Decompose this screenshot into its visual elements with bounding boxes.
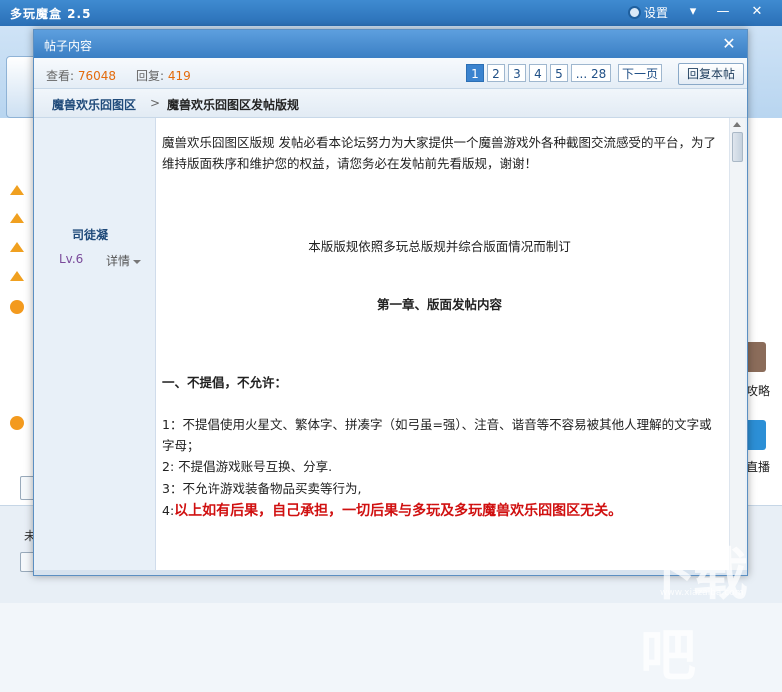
rule-4: 4:以上如有后果，自己承担，一切后果与多玩及多玩魔兽欢乐囧图区无关。 [162,500,717,522]
replies-label: 回复: [136,69,165,83]
breadcrumb-thread-link[interactable]: 魔兽欢乐囧图区发帖版规 [167,96,299,113]
author-detail-label: 详情 [106,254,131,268]
scroll-up-icon[interactable] [733,122,741,127]
pagination: 1 2 3 4 5 ... 28 下一页 [466,64,663,82]
chapter-heading: 第一章、版面发帖内容 [376,297,502,312]
replies-value: 419 [167,69,191,83]
page-button-2[interactable]: 2 [487,64,505,82]
post-intro: 魔兽欢乐囧图区版规 发帖必看本论坛努力为大家提供一个魔兽游戏外各种截图交流感受的… [162,135,716,171]
dialog-titlebar: 帖子内容 ✕ [34,30,747,58]
page-button-4[interactable]: 4 [529,64,547,82]
list-item-upvote[interactable] [8,183,26,201]
next-page-button[interactable]: 下一页 [618,64,663,82]
replies-stat: 回复: 419 [136,67,191,84]
page-button-3[interactable]: 3 [508,64,526,82]
rule-4-text: 以上如有后果，自己承担，一切后果与多玩及多玩魔兽欢乐囧图区无关。 [174,503,623,519]
scroll-thumb[interactable] [732,132,743,162]
section-heading: 一、不提倡，不允许： [162,375,288,390]
fire-icon [10,300,24,314]
author-name[interactable]: 司徒凝 [72,226,108,243]
views-value: 76048 [77,69,117,83]
views-stat: 查看: 76048 [46,67,116,84]
settings-button[interactable]: 设置 [628,4,668,21]
breadcrumb: 魔兽欢乐囧图区 > 魔兽欢乐囧图区发帖版规 [34,89,747,118]
guide-label: 攻略 [746,384,771,398]
up-arrow-icon [10,271,24,281]
up-arrow-icon [10,213,24,223]
list-item-hot[interactable] [8,414,26,432]
post-content: 魔兽欢乐囧图区版规 发帖必看本论坛努力为大家提供一个魔兽游戏外各种截图交流感受的… [156,118,729,570]
views-label: 查看: [46,69,75,83]
dropdown-button[interactable]: ▾ [682,3,704,21]
app-close-button[interactable]: ✕ [746,3,768,21]
rule-4-number: 4: [162,503,175,518]
content-scrollbar[interactable] [729,118,745,570]
list-item-upvote[interactable] [8,240,26,258]
up-arrow-icon [10,185,24,195]
dialog-close-button[interactable]: ✕ [719,34,739,54]
post-dialog: 帖子内容 ✕ 查看: 76048 回复: 419 1 2 3 4 5 ... 2… [33,29,748,576]
breadcrumb-separator: > [150,96,161,110]
stats-bar: 查看: 76048 回复: 419 1 2 3 4 5 ... 28 下一页 回… [34,58,747,89]
settings-label: 设置 [644,6,669,20]
page-button-5[interactable]: 5 [550,64,568,82]
reply-button[interactable]: 回复本帖 [678,63,744,85]
list-item-upvote[interactable] [8,211,26,229]
page-button-1[interactable]: 1 [466,64,484,82]
rule-2: 2: 不提倡游戏账号互换、分享. [162,459,333,474]
rule-3: 3：不允许游戏装备物品买卖等行为, [162,481,362,496]
watermark-url: www.xiazaiba.com [660,588,744,598]
minimize-button[interactable]: — [712,3,734,21]
dialog-title: 帖子内容 [44,39,93,53]
up-arrow-icon [10,242,24,252]
author-panel: 司徒凝 Lv.6 详情 [36,118,156,570]
fire-icon [10,416,24,430]
author-detail-button[interactable]: 详情 [106,252,142,269]
list-item-upvote[interactable] [8,269,26,287]
watermark-logo: 下载吧 [640,543,748,689]
gear-icon [628,6,641,19]
author-level: Lv.6 [59,252,84,266]
live-label: 直播 [746,460,771,474]
list-item-hot[interactable] [8,298,26,316]
page-button-last[interactable]: ... 28 [571,64,611,82]
rule-1: 1：不提倡使用火星文、繁体字、拼凑字（如弓虽=强）、注音、谐音等不容易被其他人理… [162,417,712,453]
post-basis: 本版版规依照多玩总版规并综合版面情况而制订 [308,239,571,254]
chevron-down-icon [133,259,142,264]
app-titlebar: 多玩魔盒 2.5 设置 ▾ — ✕ [0,0,782,26]
app-title: 多玩魔盒 2.5 [10,7,92,21]
breadcrumb-forum-link[interactable]: 魔兽欢乐囧图区 [52,96,136,113]
